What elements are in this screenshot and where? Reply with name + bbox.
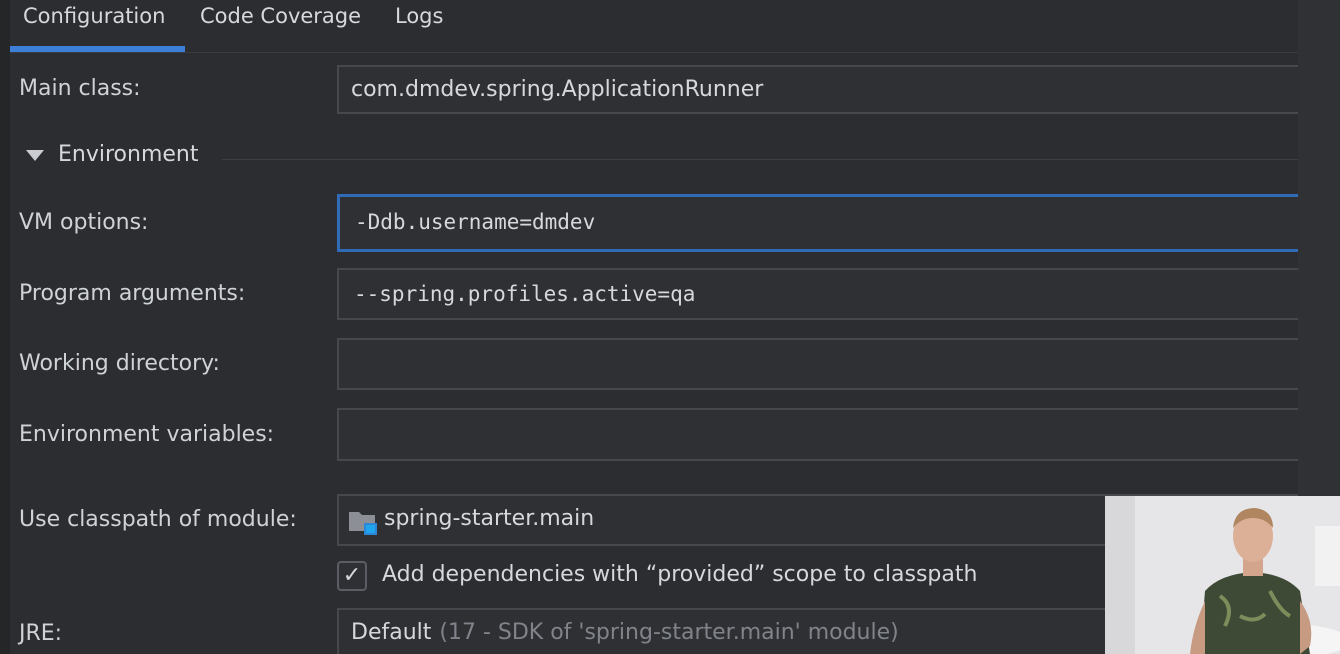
tab-bar: Configuration Code Coverage Logs — [10, 0, 1298, 53]
tab-code-coverage[interactable]: Code Coverage — [200, 4, 361, 28]
jre-value: Default — [351, 620, 432, 645]
vm-options-label: VM options: — [19, 210, 149, 235]
active-tab-indicator — [10, 46, 185, 52]
tab-logs[interactable]: Logs — [395, 4, 443, 28]
webcam-overlay — [1105, 496, 1340, 654]
environment-section-header[interactable]: Environment — [26, 142, 198, 167]
program-arguments-label: Program arguments: — [19, 281, 246, 306]
section-divider — [222, 159, 1298, 160]
collapse-triangle-icon[interactable] — [26, 149, 44, 161]
vm-options-field[interactable]: -Ddb.username=dmdev — [337, 194, 1298, 252]
classpath-module-value: spring-starter.main — [384, 506, 595, 531]
environment-variables-label: Environment variables: — [19, 422, 275, 447]
jre-label: JRE: — [19, 621, 63, 646]
left-border — [0, 0, 10, 654]
provided-scope-checkbox[interactable]: ✓ — [337, 561, 367, 591]
environment-section-title: Environment — [58, 142, 199, 167]
tab-configuration[interactable]: Configuration — [23, 4, 165, 28]
environment-variables-field[interactable] — [337, 408, 1298, 461]
jre-hint: (17 - SDK of 'spring-starter.main' modul… — [439, 620, 899, 645]
provided-scope-label[interactable]: Add dependencies with “provided” scope t… — [382, 562, 977, 587]
main-class-field[interactable]: com.dmdev.spring.ApplicationRunner — [337, 65, 1298, 114]
module-folder-icon — [349, 512, 377, 535]
presenter-video-image — [1105, 496, 1340, 654]
working-directory-field[interactable] — [337, 338, 1298, 390]
main-class-label: Main class: — [19, 76, 141, 101]
program-arguments-field[interactable]: --spring.profiles.active=qa — [337, 268, 1298, 320]
classpath-module-label: Use classpath of module: — [19, 507, 297, 532]
run-configuration-dialog: Configuration Code Coverage Logs Main cl… — [0, 0, 1340, 654]
working-directory-label: Working directory: — [19, 351, 220, 376]
